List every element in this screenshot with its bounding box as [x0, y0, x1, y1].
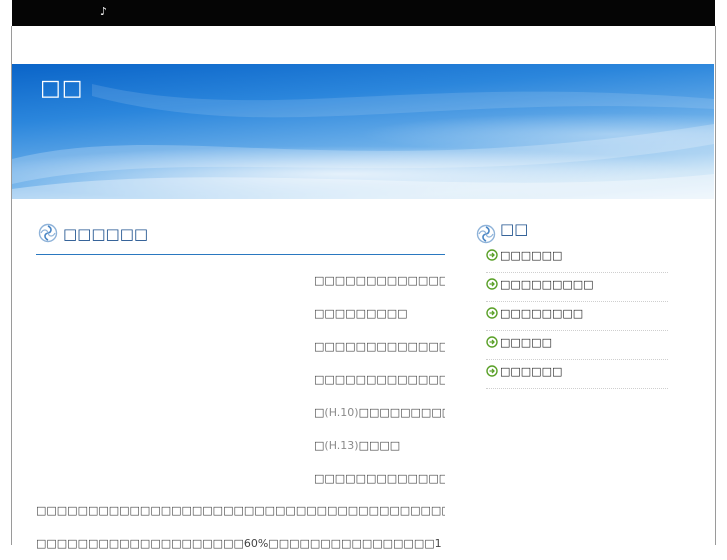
sidebar-item[interactable]: □□□□□□	[486, 244, 668, 273]
sidebar-header: □□	[474, 218, 668, 244]
sidebar: □□ □□□□□□ □□□□□□□□□ □□□□□□□□ □□□□□ □□□□□…	[474, 218, 668, 389]
sidebar-item[interactable]: □□□□□	[486, 331, 668, 360]
section-title: □□□□□□	[63, 225, 149, 243]
article-text: □	[314, 439, 325, 452]
top-bar: ♪	[12, 0, 715, 27]
article-paragraph: □□□□□□□□□□□□□□□□□□□□□	[314, 373, 445, 386]
article-paragraph: □□□□□□□□□□□□□□□□□□□□□	[314, 274, 445, 287]
header-banner: □□	[12, 64, 714, 199]
sidebar-item-label[interactable]: □□□□□□	[500, 249, 562, 262]
sidebar-item-label[interactable]: □□□□□□	[500, 365, 562, 378]
sidebar-title: □□	[500, 220, 529, 238]
arrow-right-circle-icon	[486, 336, 498, 348]
sidebar-item-label[interactable]: □□□□□□□□□	[500, 278, 594, 291]
article-paragraph: □□□□□□□□□□□□□□□□□□□□□□□□□□□□□□□□□□□□□□□□…	[36, 504, 445, 517]
article-paragraph: □□□□□□□□□□□□□□□□□□□□□	[314, 340, 445, 353]
sidebar-item[interactable]: □□□□□□□□	[486, 302, 668, 331]
site-title: □□	[40, 76, 84, 101]
section-header: □□□□□□	[36, 220, 445, 255]
sidebar-list: □□□□□□ □□□□□□□□□ □□□□□□□□ □□□□□ □□□□□□	[474, 244, 668, 389]
article-paragraph: □□□□□□□□□□□□□□□□□□□□60%□□□□□□□□□□□□□□□□1…	[36, 537, 445, 550]
article-paragraph: □(H.10)□□□□□□□□□□□□□□	[314, 396, 445, 429]
banner-swoosh-graphic	[12, 84, 714, 199]
arrow-right-circle-icon	[486, 249, 498, 261]
article-paragraph: □(H.13)□□□□	[314, 429, 445, 462]
arrow-right-circle-icon	[486, 365, 498, 377]
sidebar-item-label[interactable]: □□□□□□□□	[500, 307, 583, 320]
swirl-icon	[476, 224, 496, 244]
arrow-right-circle-icon	[486, 278, 498, 290]
sidebar-item-label[interactable]: □□□□□	[500, 336, 552, 349]
code-reference: (H.13)	[324, 439, 359, 452]
article-text: □	[314, 406, 325, 419]
article-text: □□□□□□□□□□□□□□	[358, 406, 445, 419]
swirl-icon	[38, 223, 58, 243]
article-text-right: □□□□□□□□□□□□□ □□□□□□□□ □ □□□□□□□□ □□□□□ □□□…	[314, 264, 445, 495]
code-reference: (H.10)	[324, 406, 359, 419]
sidebar-item[interactable]: □□□□□□	[486, 360, 668, 389]
article-text-full: □□□□□□□□□□□□□□□□□□□□□□□□□□□□□□□□□□□□□□□ □…	[36, 494, 445, 560]
article-paragraph: □□□□□□□□□	[314, 307, 408, 320]
arrow-right-circle-icon	[486, 307, 498, 319]
sidebar-item[interactable]: □□□□□□□□□	[486, 273, 668, 302]
music-note-icon[interactable]: ♪	[100, 5, 107, 18]
main-content: □□□□□□	[36, 220, 445, 255]
article-text: □□□□	[358, 439, 401, 452]
article-paragraph: □□□□□□□□□□□□□□□□□□□□□	[314, 472, 445, 485]
